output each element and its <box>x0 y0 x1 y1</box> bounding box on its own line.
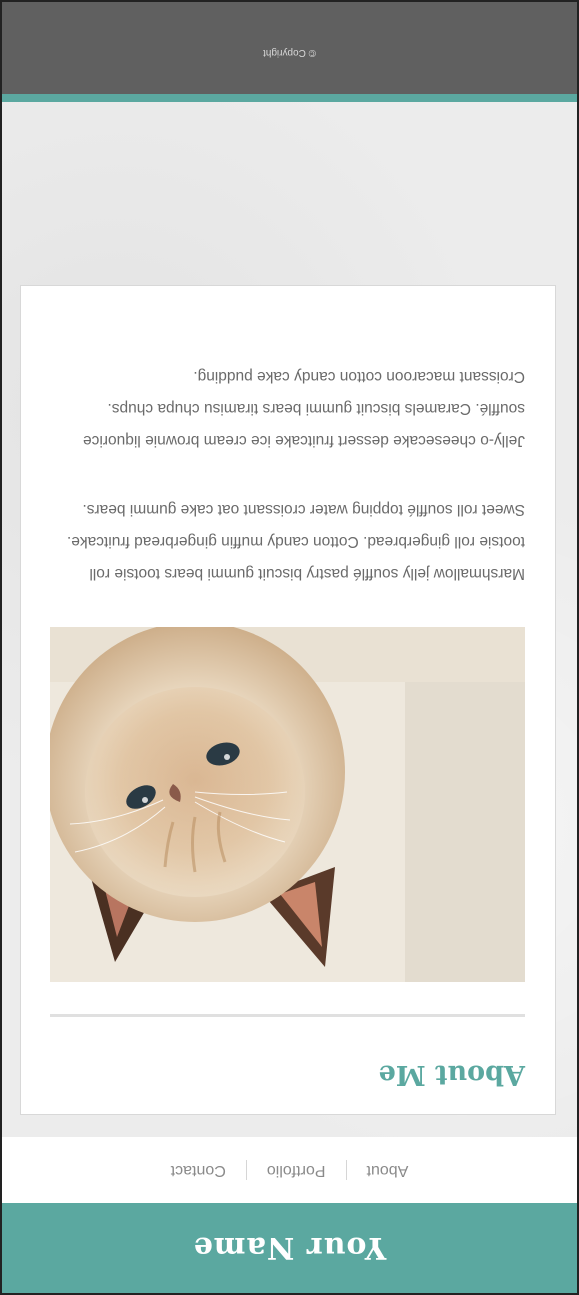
nav-separator <box>345 1160 347 1180</box>
main-nav: About Portfolio Contact <box>2 1136 577 1203</box>
about-card: About Me Marshmallow jelly soufflé pastr… <box>20 285 556 1115</box>
section-divider <box>50 1014 525 1017</box>
cat-photo <box>50 627 525 982</box>
about-paragraph: Jelly-o cheesecake dessert fruitcake ice… <box>83 368 525 449</box>
nav-separator <box>245 1160 247 1180</box>
nav-link-portfolio[interactable]: Portfolio <box>247 1161 346 1179</box>
main-content: About Me Marshmallow jelly soufflé pastr… <box>2 102 577 1137</box>
site-title[interactable]: Your Name <box>193 1231 387 1266</box>
nav-link-contact[interactable]: Contact <box>151 1161 246 1179</box>
about-paragraph: Marshmallow jelly soufflé pastry biscuit… <box>66 501 525 582</box>
about-heading: About Me <box>378 1059 525 1090</box>
copyright-text: © Copyright <box>263 47 316 58</box>
site-header: Your Name <box>2 1203 577 1293</box>
site-footer: © Copyright <box>2 2 577 102</box>
page-root: Your Name About Portfolio Contact About … <box>0 0 579 1295</box>
nav-link-about[interactable]: About <box>347 1161 429 1179</box>
cat-illustration <box>50 627 525 982</box>
footer-accent-bar <box>2 94 577 102</box>
